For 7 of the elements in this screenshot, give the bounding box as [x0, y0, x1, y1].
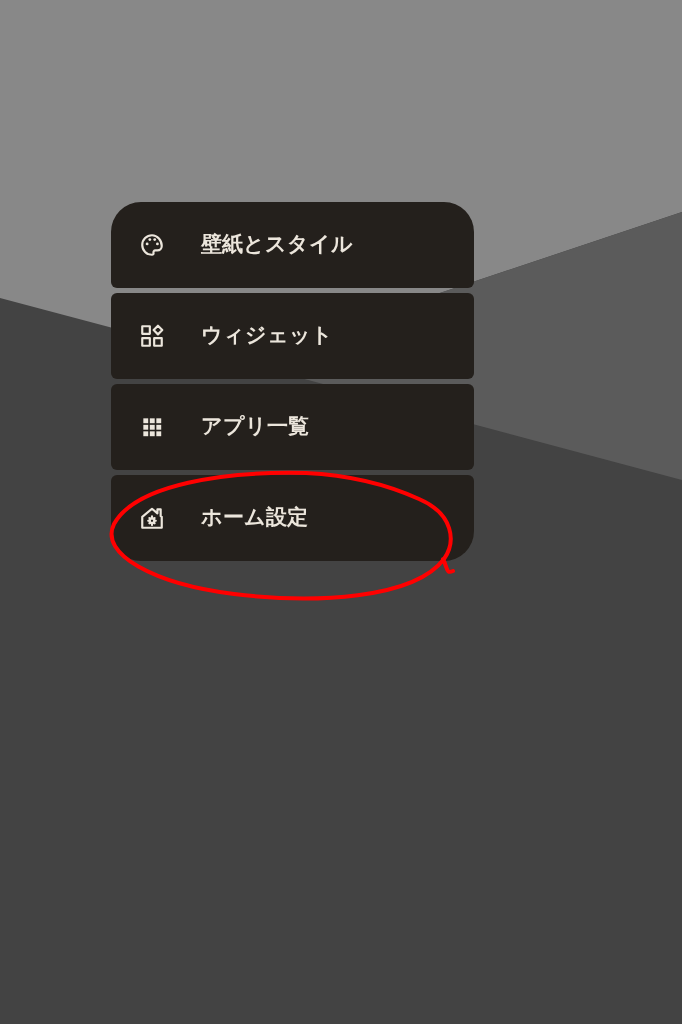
menu-item[interactable]: 壁紙とスタイル — [111, 202, 474, 288]
menu-item[interactable]: ホーム設定 — [111, 475, 474, 561]
house-gear-icon — [139, 505, 165, 531]
menu-item[interactable]: アプリ一覧 — [111, 384, 474, 470]
widgets-icon — [139, 323, 165, 349]
palette-icon — [139, 232, 165, 258]
menu-item[interactable]: ウィジェット — [111, 293, 474, 379]
